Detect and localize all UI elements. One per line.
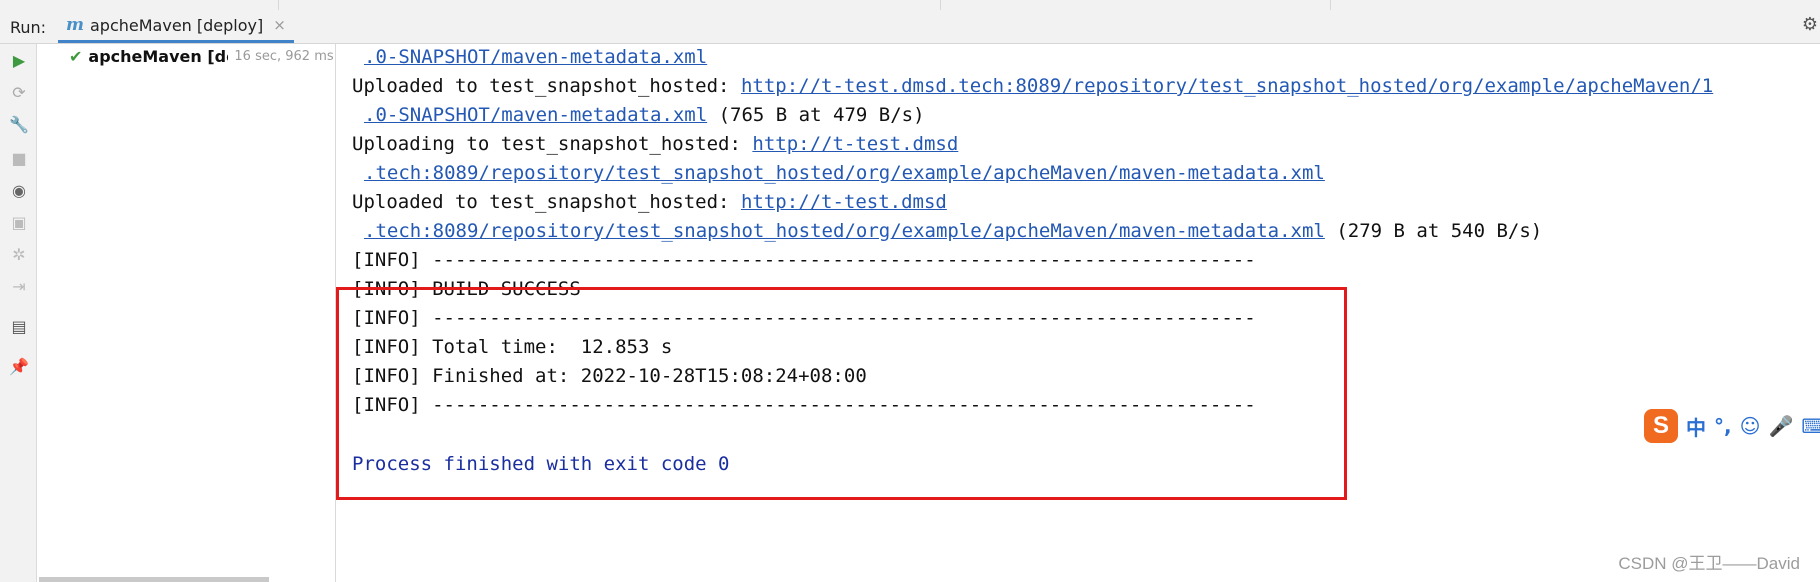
stop-icon[interactable]: ■ bbox=[8, 148, 30, 170]
maven-icon: m bbox=[66, 15, 84, 35]
run-tool-window-header: Run: m apcheMaven [deploy] × ⚙ bbox=[0, 10, 1820, 44]
tree-item-time: 16 sec, 962 ms bbox=[234, 49, 334, 64]
ime-toolbar[interactable]: S 中 °, ☺ 🎤 ⌨ ⋯ bbox=[1640, 408, 1820, 444]
tab-title: apcheMaven [deploy] bbox=[90, 15, 264, 35]
tree-item-apchemaven[interactable]: ✔ apcheMaven [deploy] 16 sec, 962 ms bbox=[69, 47, 334, 66]
artifact-link[interactable]: .tech:8089/repository/test_snapshot_host… bbox=[364, 220, 1325, 242]
settings-icon[interactable]: ✲ bbox=[8, 244, 30, 266]
info-separator: [INFO] ---------------------------------… bbox=[352, 249, 1256, 271]
console-line: .tech:8089/repository/test_snapshot_host… bbox=[352, 162, 1325, 184]
artifact-link[interactable]: .0-SNAPSHOT/maven-metadata.xml bbox=[364, 104, 707, 126]
console-text: (279 B at 540 B/s) bbox=[1324, 220, 1543, 242]
console-line: .tech:8089/repository/test_snapshot_host… bbox=[352, 220, 1542, 242]
sogou-logo-icon[interactable]: S bbox=[1644, 409, 1678, 443]
import-icon[interactable]: ⇥ bbox=[8, 276, 30, 298]
watermark: CSDN @王卫——David bbox=[1618, 554, 1800, 573]
strip-segment bbox=[940, 0, 1331, 10]
punctuation-icon[interactable]: °, bbox=[1714, 414, 1732, 438]
emoji-icon[interactable]: ☺ bbox=[1740, 414, 1761, 438]
artifact-link[interactable]: .tech:8089/repository/test_snapshot_host… bbox=[364, 162, 1325, 184]
process-exit-line: Process finished with exit code 0 bbox=[352, 453, 730, 475]
chinese-mode-icon[interactable]: 中 bbox=[1686, 412, 1706, 441]
pin-icon[interactable]: 📌 bbox=[8, 356, 30, 378]
artifact-link[interactable]: http://t-test.dmsd.tech:8089/repository/… bbox=[741, 75, 1713, 97]
console-text: Uploaded to test_snapshot_hosted: bbox=[352, 191, 741, 213]
run-icon[interactable]: ▶ bbox=[8, 50, 30, 72]
layout-icon[interactable]: ▤ bbox=[8, 316, 30, 338]
artifact-link[interactable]: http://t-test.dmsd bbox=[741, 191, 947, 213]
check-icon: ✔ bbox=[69, 47, 83, 66]
strip-segment bbox=[278, 0, 941, 10]
console-text: Uploading to test_snapshot_hosted: bbox=[352, 133, 753, 155]
console-output[interactable]: .0-SNAPSHOT/maven-metadata.xml Uploaded … bbox=[336, 44, 1820, 582]
tree-item-title: apcheMaven [deploy] bbox=[88, 47, 228, 66]
eye-icon[interactable]: ◉ bbox=[8, 180, 30, 202]
console-line: Uploading to test_snapshot_hosted: http:… bbox=[352, 133, 958, 155]
strip-segment bbox=[0, 0, 279, 10]
run-label: Run: bbox=[10, 18, 47, 37]
gear-icon[interactable]: ⚙ bbox=[1802, 14, 1818, 35]
tab-apchemaven-deploy[interactable]: m apcheMaven [deploy] × bbox=[58, 10, 294, 43]
console-line: Uploaded to test_snapshot_hosted: http:/… bbox=[352, 191, 947, 213]
console-text: (765 B at 479 B/s) bbox=[707, 104, 925, 126]
console-line: .0-SNAPSHOT/maven-metadata.xml bbox=[352, 46, 707, 68]
console-text: Uploaded to test_snapshot_hosted: bbox=[352, 75, 741, 97]
microphone-icon[interactable]: 🎤 bbox=[1768, 414, 1793, 438]
wrench-icon[interactable]: 🔧 bbox=[8, 114, 30, 136]
horizontal-scrollbar[interactable] bbox=[39, 577, 269, 582]
console-line: .0-SNAPSHOT/maven-metadata.xml (765 B at… bbox=[352, 104, 925, 126]
artifact-link[interactable]: .0-SNAPSHOT/maven-metadata.xml bbox=[364, 46, 707, 68]
close-icon[interactable]: × bbox=[273, 16, 286, 34]
rerun-failed-icon[interactable]: ⟳ bbox=[8, 82, 30, 104]
run-toolbar: ▶ ⟳ 🔧 ■ ◉ ▣ ✲ ⇥ ▤ 📌 bbox=[0, 44, 37, 582]
artifact-link[interactable]: http://t-test.dmsd bbox=[752, 133, 958, 155]
console-line: Uploaded to test_snapshot_hosted: http:/… bbox=[352, 75, 1713, 97]
camera-icon[interactable]: ▣ bbox=[8, 212, 30, 234]
run-tree-panel: ✔ apcheMaven [deploy] 16 sec, 962 ms bbox=[37, 44, 336, 582]
keyboard-icon[interactable]: ⌨ bbox=[1801, 414, 1820, 438]
